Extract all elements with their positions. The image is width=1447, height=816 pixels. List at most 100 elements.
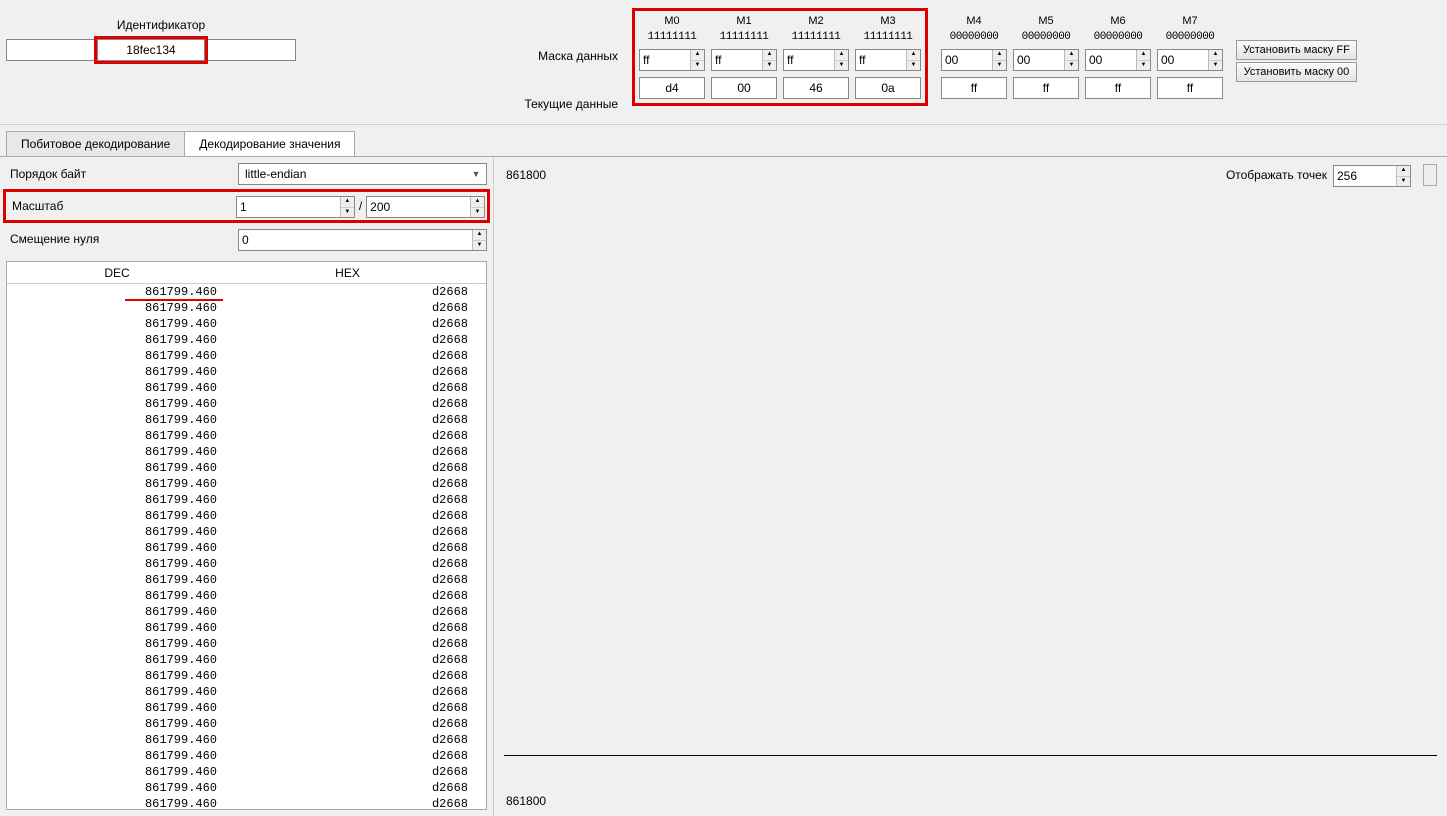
table-row[interactable]: 861799.460d2668: [7, 732, 486, 748]
points-input[interactable]: [1334, 166, 1396, 186]
tab-bitwise[interactable]: Побитовое декодирование: [6, 131, 185, 156]
table-row[interactable]: 861799.460d2668: [7, 684, 486, 700]
spin-up-icon[interactable]: ▲: [1065, 50, 1078, 61]
mask-spinner[interactable]: ▲▼: [941, 49, 1007, 71]
table-row[interactable]: 861799.460d2668: [7, 444, 486, 460]
table-row[interactable]: 861799.460d2668: [7, 716, 486, 732]
spin-up-icon[interactable]: ▲: [471, 197, 484, 208]
table-row[interactable]: 861799.460d2668: [7, 460, 486, 476]
table-row[interactable]: 861799.460d2668: [7, 396, 486, 412]
spin-up-icon[interactable]: ▲: [1209, 50, 1222, 61]
table-row[interactable]: 861799.460d2668: [7, 620, 486, 636]
table-row[interactable]: 861799.460d2668: [7, 796, 486, 810]
table-row[interactable]: 861799.460d2668: [7, 380, 486, 396]
scale-den-spinner[interactable]: ▲▼: [366, 196, 485, 218]
spin-down-icon[interactable]: ▼: [1397, 177, 1410, 187]
mask-col-bits: 00000000: [941, 31, 1007, 47]
table-row[interactable]: 861799.460d2668: [7, 748, 486, 764]
table-row[interactable]: 861799.460d2668: [7, 588, 486, 604]
table-row[interactable]: 861799.460d2668: [7, 508, 486, 524]
table-row[interactable]: 861799.460d2668: [7, 556, 486, 572]
table-row[interactable]: 861799.460d2668: [7, 316, 486, 332]
identifier-right-pad[interactable]: [208, 39, 296, 61]
mask-input[interactable]: [856, 50, 906, 70]
spin-down-icon[interactable]: ▼: [907, 61, 920, 71]
table-body[interactable]: 861799.460d2668861799.460d2668861799.460…: [7, 284, 486, 810]
mask-spinner[interactable]: ▲▼: [1157, 49, 1223, 71]
mask-input[interactable]: [1086, 50, 1136, 70]
spin-up-icon[interactable]: ▲: [473, 230, 486, 241]
spin-down-icon[interactable]: ▼: [1137, 61, 1150, 71]
cell-dec: 861799.460: [7, 668, 227, 684]
table-row[interactable]: 861799.460d2668: [7, 764, 486, 780]
table-row[interactable]: 861799.460d2668: [7, 428, 486, 444]
spin-down-icon[interactable]: ▼: [473, 241, 486, 251]
table-row[interactable]: 861799.460d2668: [7, 492, 486, 508]
tab-value[interactable]: Декодирование значения: [184, 131, 355, 156]
scale-num-input[interactable]: [237, 197, 340, 217]
scale-den-input[interactable]: [367, 197, 470, 217]
table-row[interactable]: 861799.460d2668: [7, 604, 486, 620]
table-row[interactable]: 861799.460d2668: [7, 636, 486, 652]
mask-input[interactable]: [1158, 50, 1208, 70]
offset-input[interactable]: [239, 230, 472, 250]
mask-spinner[interactable]: ▲▼: [1013, 49, 1079, 71]
cell-hex: d2668: [227, 556, 486, 572]
set-mask-00-button[interactable]: Установить маску 00: [1236, 62, 1357, 82]
spin-up-icon[interactable]: ▲: [1397, 166, 1410, 177]
mask-input[interactable]: [712, 50, 762, 70]
table-row[interactable]: 861799.460d2668: [7, 524, 486, 540]
identifier-highlight: [94, 36, 208, 64]
byte-order-select[interactable]: little-endian ▼: [238, 163, 487, 185]
table-row[interactable]: 861799.460d2668: [7, 540, 486, 556]
mask-spinner[interactable]: ▲▼: [639, 49, 705, 71]
spin-down-icon[interactable]: ▼: [763, 61, 776, 71]
spin-down-icon[interactable]: ▼: [993, 61, 1006, 71]
mask-spinner[interactable]: ▲▼: [711, 49, 777, 71]
table-row[interactable]: 861799.460d2668: [7, 572, 486, 588]
identifier-input[interactable]: [97, 39, 205, 61]
spin-up-icon[interactable]: ▲: [763, 50, 776, 61]
set-mask-ff-button[interactable]: Установить маску FF: [1236, 40, 1357, 60]
spin-down-icon[interactable]: ▼: [471, 208, 484, 218]
offset-spinner[interactable]: ▲▼: [238, 229, 487, 251]
spin-down-icon[interactable]: ▼: [691, 61, 704, 71]
spin-up-icon[interactable]: ▲: [1137, 50, 1150, 61]
mask-input[interactable]: [784, 50, 834, 70]
spin-down-icon[interactable]: ▼: [1209, 61, 1222, 71]
cell-dec: 861799.460: [7, 684, 227, 700]
scale-label: Масштаб: [8, 199, 236, 213]
identifier-left-pad[interactable]: [6, 39, 94, 61]
table-row[interactable]: 861799.460d2668: [7, 348, 486, 364]
table-row[interactable]: 861799.460d2668: [7, 364, 486, 380]
spin-up-icon[interactable]: ▲: [907, 50, 920, 61]
mask-input[interactable]: [942, 50, 992, 70]
points-spinner[interactable]: ▲▼: [1333, 165, 1411, 187]
mask-spinner[interactable]: ▲▼: [783, 49, 849, 71]
table-row[interactable]: 861799.460d2668: [7, 412, 486, 428]
mask-spinner[interactable]: ▲▼: [1085, 49, 1151, 71]
mask-input[interactable]: [640, 50, 690, 70]
table-row[interactable]: 861799.460d2668: [7, 300, 486, 316]
spin-up-icon[interactable]: ▲: [691, 50, 704, 61]
table-row[interactable]: 861799.460d2668: [7, 668, 486, 684]
spin-down-icon[interactable]: ▼: [1065, 61, 1078, 71]
plot-divider-handle[interactable]: [1423, 164, 1437, 186]
table-row[interactable]: 861799.460d2668: [7, 700, 486, 716]
cell-dec: 861799.460: [7, 428, 227, 444]
spin-up-icon[interactable]: ▲: [835, 50, 848, 61]
mask-input[interactable]: [1014, 50, 1064, 70]
table-row[interactable]: 861799.460d2668: [7, 780, 486, 796]
spin-up-icon[interactable]: ▲: [993, 50, 1006, 61]
mask-spinner[interactable]: ▲▼: [855, 49, 921, 71]
table-row[interactable]: 861799.460d2668: [7, 284, 486, 300]
plot-area[interactable]: [504, 191, 1437, 786]
table-row[interactable]: 861799.460d2668: [7, 476, 486, 492]
table-row[interactable]: 861799.460d2668: [7, 332, 486, 348]
table-row[interactable]: 861799.460d2668: [7, 652, 486, 668]
scale-num-spinner[interactable]: ▲▼: [236, 196, 355, 218]
spin-up-icon[interactable]: ▲: [341, 197, 354, 208]
spin-down-icon[interactable]: ▼: [341, 208, 354, 218]
spin-down-icon[interactable]: ▼: [835, 61, 848, 71]
mask-col-bits: 11111111: [783, 31, 849, 47]
